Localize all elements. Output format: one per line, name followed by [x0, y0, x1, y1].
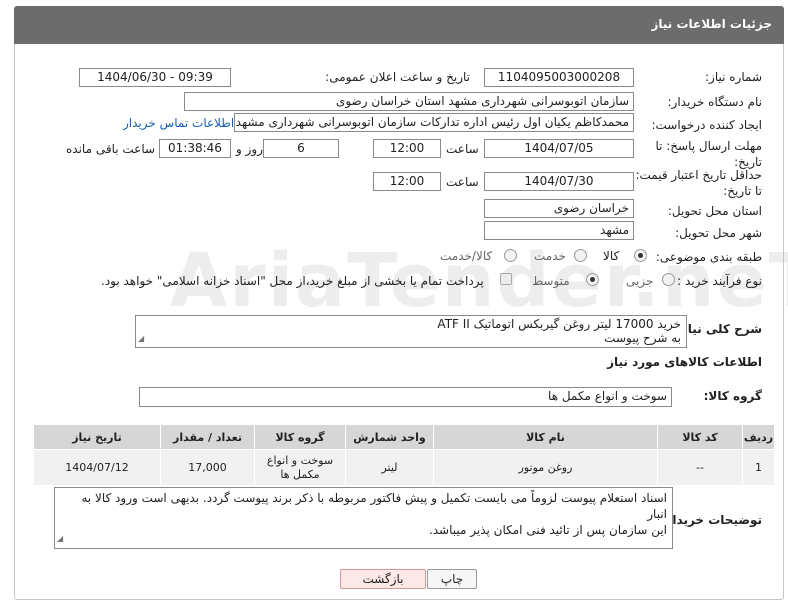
summary-label: شرح کلی نیاز:	[676, 322, 762, 336]
col-code: کد کالا	[657, 424, 743, 450]
buyer-notes-textarea[interactable]: اسناد استعلام پیوست لزوماً می بایست تکمی…	[54, 487, 673, 549]
buyer-org-label: نام دستگاه خریدار:	[667, 95, 763, 109]
category-option-goods-service: کالا/خدمت	[440, 249, 493, 263]
buyer-contact-link[interactable]: اطلاعات تماس خریدار	[123, 116, 234, 130]
remaining-days-field[interactable]: 6	[263, 139, 339, 158]
summary-line-2: به شرح پیوست	[604, 331, 681, 345]
reply-deadline-label: مهلت ارسال پاسخ: تا تاریخ:	[655, 139, 762, 169]
resize-grip-icon[interactable]: ◢	[57, 531, 63, 547]
cell-row: 1	[742, 449, 775, 486]
goods-section-title: اطلاعات کالاهای مورد نیاز	[607, 355, 762, 369]
goods-table: ردیف کد کالا نام کالا واحد شمارش گروه کا…	[33, 424, 775, 486]
province-label: استان محل تحویل:	[667, 204, 762, 218]
city-field[interactable]: مشهد	[484, 221, 634, 240]
remaining-label: ساعت باقی مانده	[66, 142, 156, 156]
summary-line-1: خرید 17000 لیتر روغن گیربکس اتوماتیک ATF…	[437, 317, 681, 331]
process-radio-medium[interactable]	[586, 273, 599, 286]
cell-date: 1404/07/12	[33, 449, 161, 486]
treasury-payment-checkbox[interactable]	[500, 273, 512, 285]
days-label: روز و	[236, 142, 263, 156]
page-title: جزئیات اطلاعات نیاز	[651, 17, 772, 31]
panel-header: جزئیات اطلاعات نیاز	[14, 6, 784, 44]
buyer-notes-label: توضیحات خریدار:	[660, 513, 762, 527]
category-radio-goods-service[interactable]	[504, 249, 517, 262]
process-option-minor: جزیی	[626, 274, 654, 288]
process-option-medium: متوسط	[532, 274, 570, 288]
city-label: شهر محل تحویل:	[675, 226, 762, 240]
goods-table-header: ردیف کد کالا نام کالا واحد شمارش گروه کا…	[33, 424, 775, 450]
price-time-label: ساعت	[446, 175, 479, 189]
province-field[interactable]: خراسان رضوی	[484, 199, 634, 218]
col-name: نام کالا	[433, 424, 658, 450]
table-row[interactable]: 1 -- روغن موتور لیتر سوخت و انواع مکمل ه…	[33, 449, 775, 486]
announce-date-label: تاریخ و ساعت اعلان عمومی:	[325, 70, 470, 84]
cell-qty: 17,000	[160, 449, 255, 486]
col-unit: واحد شمارش	[345, 424, 434, 450]
goods-group-label: گروه کالا:	[703, 389, 762, 403]
buyer-org-field[interactable]: سازمان اتوبوسرانی شهرداری مشهد استان خرا…	[184, 92, 634, 111]
summary-textarea[interactable]: خرید 17000 لیتر روغن گیربکس اتوماتیک ATF…	[135, 315, 687, 348]
category-option-service: خدمت	[534, 249, 566, 263]
reply-time-label: ساعت	[446, 142, 479, 156]
category-label: طبقه بندی موضوعی:	[655, 250, 762, 264]
buyer-notes-line-1: اسناد استعلام پیوست لزوماً می بایست تکمی…	[81, 491, 667, 521]
category-option-goods: کالا	[603, 249, 620, 263]
reply-date-field[interactable]: 1404/07/05	[484, 139, 634, 158]
col-row: ردیف	[742, 424, 775, 450]
process-radio-minor[interactable]	[662, 273, 675, 286]
need-number-label: شماره نیاز:	[705, 70, 762, 84]
buyer-notes-line-2: این سازمان پس از تائید فنی امکان پذیر می…	[428, 523, 667, 537]
resize-grip-icon[interactable]: ◢	[138, 332, 144, 346]
col-qty: تعداد / مقدار	[160, 424, 255, 450]
col-date: تاریخ نیاز	[33, 424, 161, 450]
treasury-payment-note: پرداخت تمام یا بخشی از مبلغ خرید،از محل …	[101, 274, 484, 288]
remaining-time-field[interactable]: 01:38:46	[159, 139, 231, 158]
reply-time-field[interactable]: 12:00	[373, 139, 441, 158]
cell-unit: لیتر	[345, 449, 434, 486]
category-radio-service[interactable]	[574, 249, 587, 262]
creator-field[interactable]: محمدکاظم یکیان اول رئیس اداره تدارکات سا…	[234, 113, 634, 132]
back-button[interactable]: بازگشت	[340, 569, 426, 589]
category-radio-goods[interactable]	[634, 249, 647, 262]
cell-code: --	[657, 449, 743, 486]
print-button[interactable]: چاپ	[427, 569, 477, 589]
process-label: نوع فرآیند خرید :	[677, 274, 762, 288]
creator-label: ایجاد کننده درخواست:	[651, 118, 762, 132]
price-validity-label: حداقل تاریخ اعتبار قیمت: تا تاریخ:	[635, 168, 762, 198]
col-group: گروه کالا	[254, 424, 346, 450]
cell-name: روغن موتور	[433, 449, 658, 486]
goods-group-field[interactable]: سوخت و انواع مکمل ها	[139, 387, 672, 407]
need-number-field[interactable]: 1104095003000208	[484, 68, 634, 87]
price-time-field[interactable]: 12:00	[373, 172, 441, 191]
price-date-field[interactable]: 1404/07/30	[484, 172, 634, 191]
cell-group: سوخت و انواع مکمل ها	[254, 449, 346, 486]
announce-date-field[interactable]: 1404/06/30 - 09:39	[79, 68, 231, 87]
